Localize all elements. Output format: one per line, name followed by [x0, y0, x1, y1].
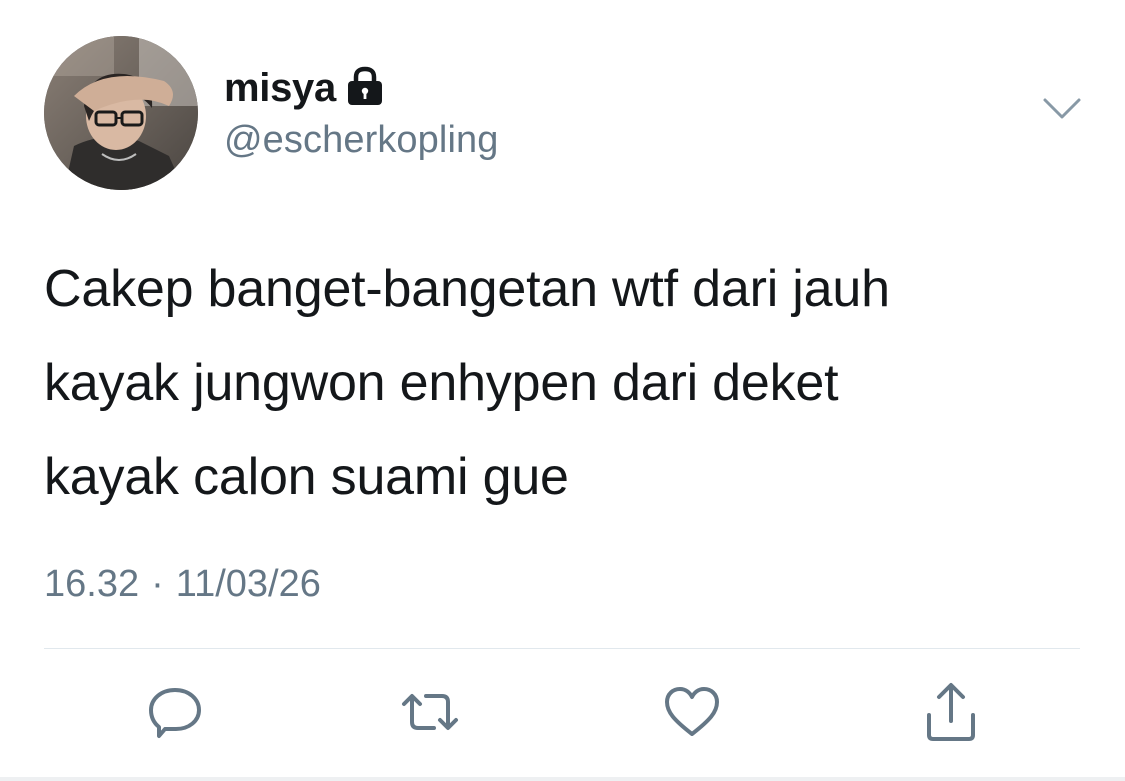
lock-icon	[346, 66, 384, 106]
heart-icon	[665, 687, 719, 736]
reply-button[interactable]	[143, 680, 207, 744]
tweet-card: misya @escherkopling Cakep banget-banget…	[0, 0, 1125, 781]
tweet-time: 16.32	[44, 563, 140, 605]
display-name-row: misya	[224, 62, 384, 114]
share-icon	[927, 683, 975, 741]
retweet-button[interactable]	[398, 680, 462, 744]
tweet-date: 11/03/26	[175, 563, 321, 605]
tweet-text: Cakep banget-bangetan wtf dari jauh kaya…	[44, 260, 890, 506]
display-name[interactable]: misya	[224, 68, 336, 108]
chevron-down-icon[interactable]	[1042, 96, 1082, 122]
user-handle[interactable]: @escherkopling	[224, 118, 498, 164]
bottom-border	[0, 777, 1125, 781]
share-button[interactable]	[919, 680, 983, 744]
timestamp-separator: ·	[151, 563, 164, 605]
divider	[44, 648, 1080, 649]
retweet-icon	[402, 694, 458, 730]
reply-bubble-icon	[149, 688, 201, 738]
avatar[interactable]	[44, 36, 198, 190]
tweet-timestamp[interactable]: 16.32 · 11/03/26	[44, 562, 321, 608]
avatar-image	[44, 36, 198, 190]
like-button[interactable]	[660, 680, 724, 744]
action-bar	[0, 680, 1125, 750]
